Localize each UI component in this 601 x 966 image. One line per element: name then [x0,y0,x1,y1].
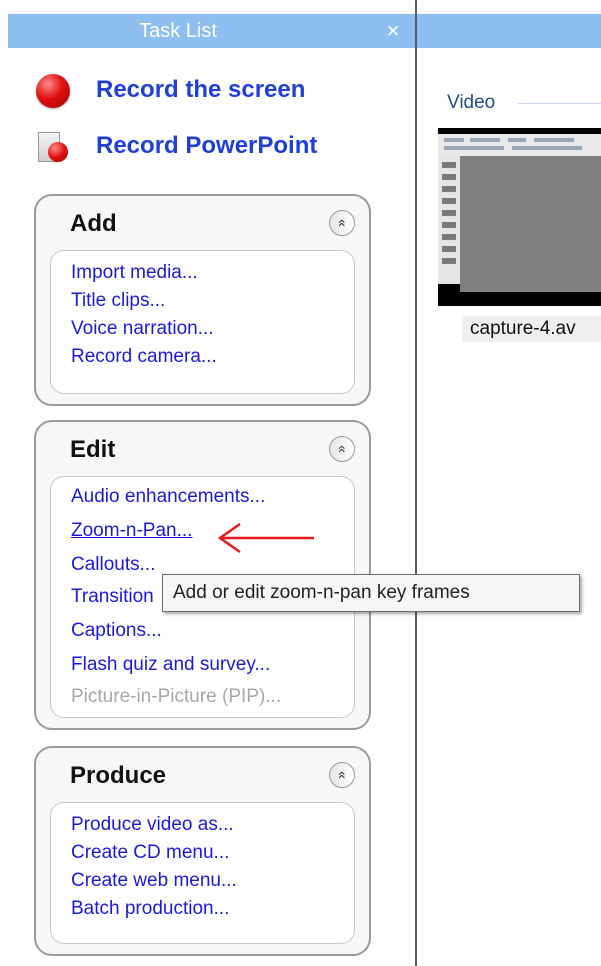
record-screen-label: Record the screen [96,76,306,103]
zoom-n-pan-tooltip: Add or edit zoom-n-pan key frames [162,574,580,612]
task-list-header: Task List × [8,14,416,48]
add-group-title: Add [70,210,117,237]
create-web-menu-link[interactable]: Create web menu... [71,869,237,893]
batch-production-link[interactable]: Batch production... [71,897,229,921]
transitions-link[interactable]: Transition [71,585,154,609]
close-icon[interactable]: × [378,14,408,48]
add-group: Add « Import media... Title clips... Voi… [34,194,371,406]
produce-group-title: Produce [70,762,167,789]
clip-bin-header [417,14,601,48]
record-powerpoint-icon [36,132,70,164]
captions-link[interactable]: Captions... [71,619,162,643]
record-screen-icon [36,74,70,108]
task-list-pane: Task List × Record the screen Record Pow… [0,0,416,966]
produce-links-panel: Produce video as... Create CD menu... Cr… [50,802,355,944]
clip-thumbnail[interactable] [438,128,601,306]
title-clips-link[interactable]: Title clips... [71,289,165,313]
voice-narration-link[interactable]: Voice narration... [71,317,214,341]
task-list-title: Task List [139,20,217,42]
record-powerpoint-label: Record PowerPoint [96,132,318,159]
record-camera-link[interactable]: Record camera... [71,345,217,369]
flash-quiz-link[interactable]: Flash quiz and survey... [71,653,270,677]
audio-enhancements-link[interactable]: Audio enhancements... [71,485,265,509]
add-links-panel: Import media... Title clips... Voice nar… [50,250,355,394]
create-cd-menu-link[interactable]: Create CD menu... [71,841,229,865]
produce-video-link[interactable]: Produce video as... [71,813,234,837]
clip-name[interactable]: capture-4.av [462,316,601,342]
video-section-label: Video [447,92,496,113]
zoom-n-pan-link[interactable]: Zoom-n-Pan... [71,519,192,543]
edit-group-title: Edit [70,436,116,463]
edit-collapse-icon[interactable]: « [329,436,355,462]
picture-in-picture-link: Picture-in-Picture (PIP)... [71,686,282,707]
add-collapse-icon[interactable]: « [329,210,355,236]
produce-collapse-icon[interactable]: « [329,762,355,788]
produce-group: Produce « Produce video as... Create CD … [34,746,371,956]
arrow-annotation [217,522,314,554]
callouts-link[interactable]: Callouts... [71,553,155,577]
import-media-link[interactable]: Import media... [71,261,198,285]
video-section-divider [518,103,601,104]
camtasia-window: Task List × Record the screen Record Pow… [0,0,601,966]
pane-divider[interactable] [415,0,417,966]
